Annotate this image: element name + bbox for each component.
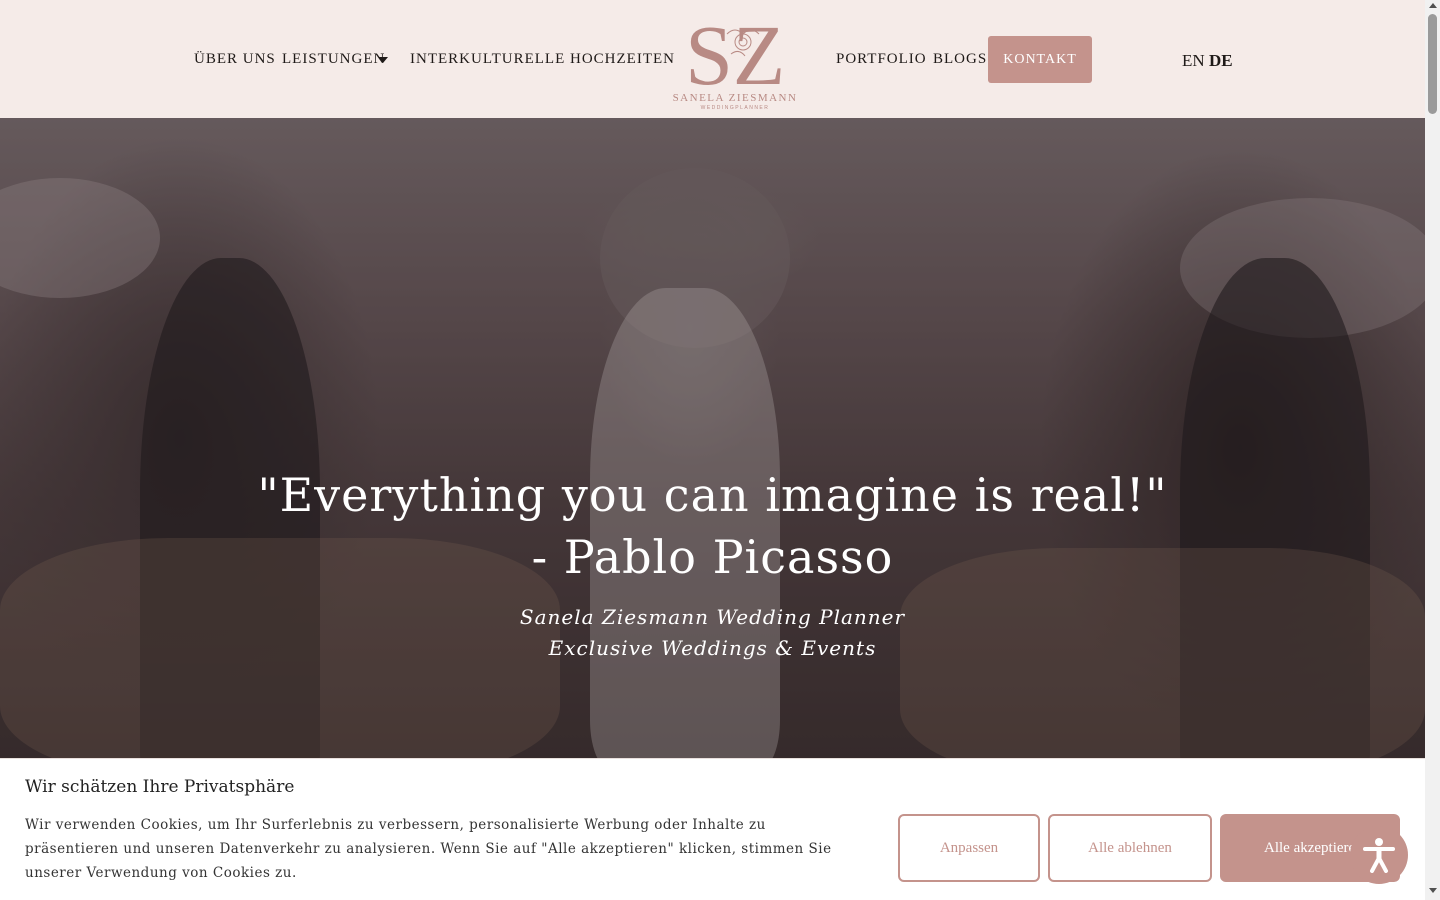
kontakt-button[interactable]: KONTAKT bbox=[988, 36, 1092, 83]
hero-quote-author: - Pablo Picasso bbox=[531, 530, 894, 584]
hero-quote: "Everything you can imagine is real!" bbox=[257, 468, 1168, 522]
cookie-banner: Wir schätzen Ihre Privatsphäre Wir verwe… bbox=[0, 758, 1425, 900]
accessibility-icon bbox=[1363, 838, 1395, 873]
scrollbar-thumb[interactable] bbox=[1428, 14, 1437, 114]
nav-portfolio[interactable]: PORTFOLIO bbox=[836, 51, 927, 68]
nav-leistungen[interactable]: LEISTUNGEN bbox=[282, 51, 385, 68]
cookie-title: Wir schätzen Ihre Privatsphäre bbox=[25, 777, 295, 797]
cookie-text: Wir verwenden Cookies, um Ihr Surferlebn… bbox=[25, 817, 832, 881]
hero-subtitle: Sanela Ziesmann Wedding Planner bbox=[519, 605, 906, 629]
chevron-down-icon[interactable] bbox=[378, 57, 388, 63]
site-header: ÜBER UNS LEISTUNGEN INTERKULTURELLE HOCH… bbox=[0, 0, 1425, 118]
logo-monogram-z: Z bbox=[733, 7, 786, 103]
logo-monogram-s: S bbox=[685, 7, 733, 103]
logo-tagline: WEDDINGPLANNER bbox=[701, 105, 770, 111]
cookie-reject-all-button[interactable]: Alle ablehnen bbox=[1048, 814, 1212, 882]
lang-en[interactable]: EN bbox=[1182, 51, 1205, 71]
accessibility-widget-button[interactable] bbox=[1350, 826, 1408, 884]
logo-graphic: S Z SANELA ZIESMANN WEDDINGPLANNER bbox=[673, 7, 798, 111]
hero-subtitle-2: Exclusive Weddings & Events bbox=[548, 636, 877, 660]
page-scrollbar[interactable] bbox=[1425, 0, 1440, 900]
cookie-customize-button[interactable]: Anpassen bbox=[898, 814, 1040, 882]
nav-interkulturelle-hochzeiten[interactable]: INTERKULTURELLE HOCHZEITEN bbox=[410, 51, 675, 68]
logo-name: SANELA ZIESMANN bbox=[673, 92, 798, 104]
scroll-up-arrow-icon[interactable] bbox=[1429, 3, 1437, 8]
site-logo[interactable]: S Z SANELA ZIESMANN WEDDINGPLANNER bbox=[665, 4, 805, 112]
scroll-down-arrow-icon[interactable] bbox=[1429, 888, 1437, 893]
nav-ueber-uns[interactable]: ÜBER UNS bbox=[194, 51, 276, 68]
hero-section: "Everything you can imagine is real!" - … bbox=[0, 118, 1425, 758]
nav-blogs[interactable]: BLOGS bbox=[933, 51, 987, 68]
lang-de[interactable]: DE bbox=[1209, 51, 1233, 71]
